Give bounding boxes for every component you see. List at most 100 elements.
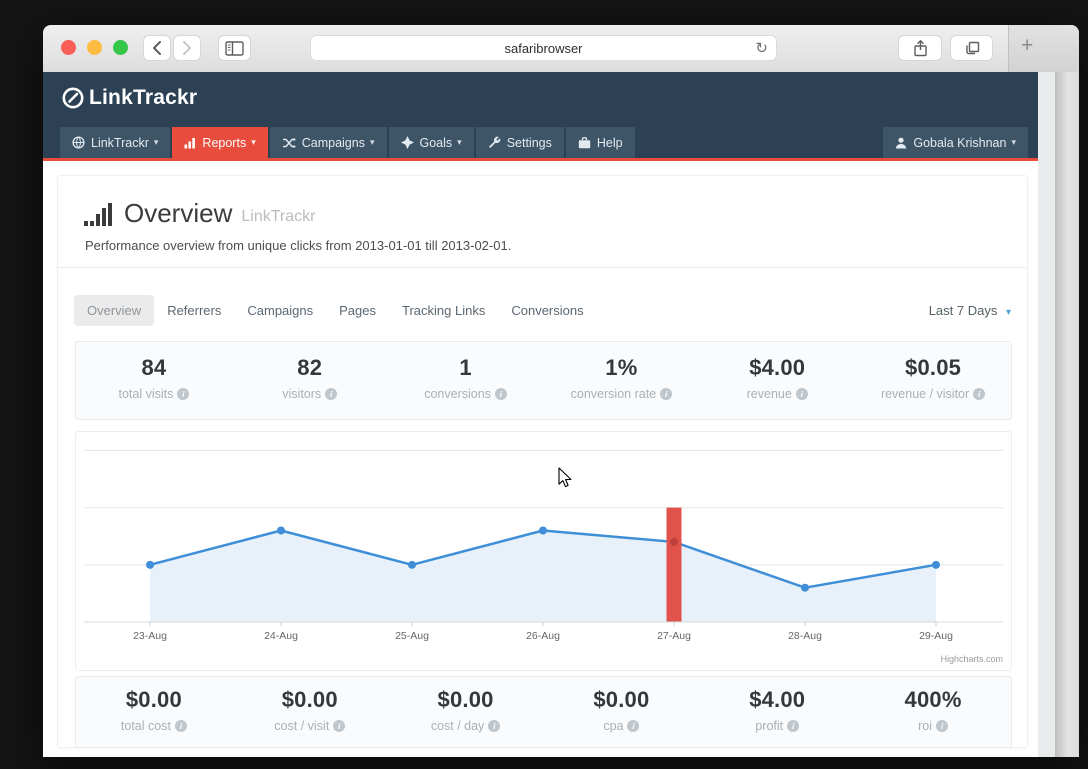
stat-value: $0.00 [593,687,650,712]
nav-item-goals[interactable]: Goals ▾ [388,127,474,158]
svg-text:25-Aug: 25-Aug [395,630,429,642]
zoom-window-button[interactable] [113,40,128,55]
logo-text: LinkTrackr [89,86,198,109]
reload-icon[interactable]: ↻ [755,39,768,57]
caret-down-icon: ▾ [369,137,375,147]
nav-item-campaigns[interactable]: Campaigns ▾ [269,127,387,158]
address-text: safaribrowser [504,41,583,56]
info-icon[interactable]: i [494,388,507,400]
stat-value: $4.00 [749,687,806,712]
user-icon [895,137,907,149]
sidebar-icon [225,40,244,56]
svg-text:27-Aug: 27-Aug [657,630,691,642]
user-name: Gobala Krishnan [913,135,1007,150]
forward-button[interactable] [173,35,201,61]
scrollbar-track[interactable] [1038,72,1055,757]
bottom-stat-cell: $0.00 cost / day i [388,677,544,747]
tab-tracking-links[interactable]: Tracking Links [389,295,498,326]
stat-value: $0.00 [125,687,182,712]
new-tab-region: + [1008,25,1079,72]
back-button[interactable] [143,35,171,61]
stat-value: $4.00 [749,355,806,380]
wrench-icon [488,136,501,149]
info-icon[interactable]: i [936,720,948,732]
svg-text:28-Aug: 28-Aug [788,630,822,642]
stat-value: 400% [904,687,962,712]
address-bar[interactable]: safaribrowser ↻ [310,35,777,61]
screenshot-frame: safaribrowser ↻ + LinkTrackr LinkTrackr … [0,0,1088,769]
tab-campaigns[interactable]: Campaigns [234,295,326,326]
info-icon[interactable]: i [333,720,346,732]
globe-icon [72,136,85,149]
info-icon[interactable]: i [325,388,338,400]
stat-value: 84 [141,355,167,380]
caret-down-icon: ▾ [153,137,159,147]
top-stat-cell: 1 conversions i [388,342,544,419]
tab-referrers[interactable]: Referrers [154,295,234,326]
goals-diamond-icon [400,136,414,149]
stat-label: conversions [424,387,491,401]
top-stat-cell: $4.00 revenue i [699,342,855,419]
caret-down-icon: ▾ [1011,137,1016,147]
tabs-icon [964,40,980,56]
sidebar-toggle-button[interactable] [218,35,251,61]
report-tabs: Overview Referrers Campaigns Pages Track… [74,295,1011,326]
nav-item-linktrackr[interactable]: LinkTrackr ▾ [60,127,171,158]
tab-overview-button[interactable] [950,35,993,61]
caret-down-icon: ▾ [457,137,462,147]
tab-pages[interactable]: Pages [326,295,389,326]
info-icon[interactable]: i [973,388,986,400]
stat-value: 1 [459,355,472,380]
nav-item-label: LinkTrackr [91,135,149,150]
info-icon[interactable]: i [174,720,187,732]
window-edge-strip[interactable] [1055,72,1079,757]
info-icon[interactable]: i [795,388,808,400]
stat-value: $0.00 [437,687,494,712]
nav-item-label: Settings [506,135,552,150]
nav-item-label: Campaigns [301,135,365,150]
site-header: LinkTrackr LinkTrackr ▾ Reports ▾ Campai… [43,72,1079,161]
info-icon[interactable]: i [488,720,501,732]
close-window-button[interactable] [61,40,76,55]
share-button[interactable] [898,35,942,61]
page-title: Overview [124,198,233,228]
new-tab-button[interactable]: + [1021,34,1033,58]
chart-credit[interactable]: Highcharts.com [940,654,1003,664]
bar-chart-icon [184,137,196,149]
top-stat-cell: 84 total visits i [76,342,232,419]
caret-down-icon: ▾ [251,137,256,147]
card-header: Overview LinkTrackr Performance overview… [58,176,1027,268]
linktrackr-logo[interactable]: LinkTrackr [60,85,197,111]
overview-chart-svg[interactable]: 23-Aug 24-Aug 25-Aug 26-Aug 27-Aug 28-Aug 29-A… [76,432,1011,670]
svg-text:29-Aug: 29-Aug [919,630,953,642]
minimize-window-button[interactable] [87,40,102,55]
tab-overview[interactable]: Overview [74,295,155,326]
bottom-stat-cell: $4.00 profit i [699,677,855,747]
share-icon [913,39,928,57]
top-stat-cell: 82 visitors i [232,342,388,419]
title-row: Overview LinkTrackr [84,200,315,226]
chevron-left-icon [152,41,162,55]
shuffle-icon [282,137,296,149]
linktrackr-logo-icon [60,85,86,111]
nav-item-help[interactable]: Help [565,127,635,158]
nav-item-settings[interactable]: Settings [475,127,564,158]
date-range-selector[interactable]: Last 7 Days ▾ [929,303,1011,318]
user-menu[interactable]: Gobala Krishnan ▾ [883,127,1028,158]
svg-text:23-Aug: 23-Aug [133,630,167,642]
info-icon[interactable]: i [627,720,640,732]
stat-label: revenue / visitor [880,387,970,401]
tab-conversions[interactable]: Conversions [498,295,596,326]
nav-item-reports[interactable]: Reports ▾ [172,127,268,158]
info-icon[interactable]: i [787,720,800,732]
top-stat-cell: $0.05 revenue / visitor i [855,342,1011,419]
info-icon[interactable]: i [660,388,673,400]
nav-item-label: Reports [202,135,247,150]
stat-value: 1% [605,355,638,380]
page-subtitle: Performance overview from unique clicks … [85,238,512,253]
stat-value: $0.05 [905,355,962,380]
info-icon[interactable]: i [177,388,190,400]
stat-label: roi [918,719,932,733]
stats-panel-top: 84 total visits i 82 visitors i 1 conversions i 1… [75,341,1012,420]
stat-value: 82 [297,355,323,380]
